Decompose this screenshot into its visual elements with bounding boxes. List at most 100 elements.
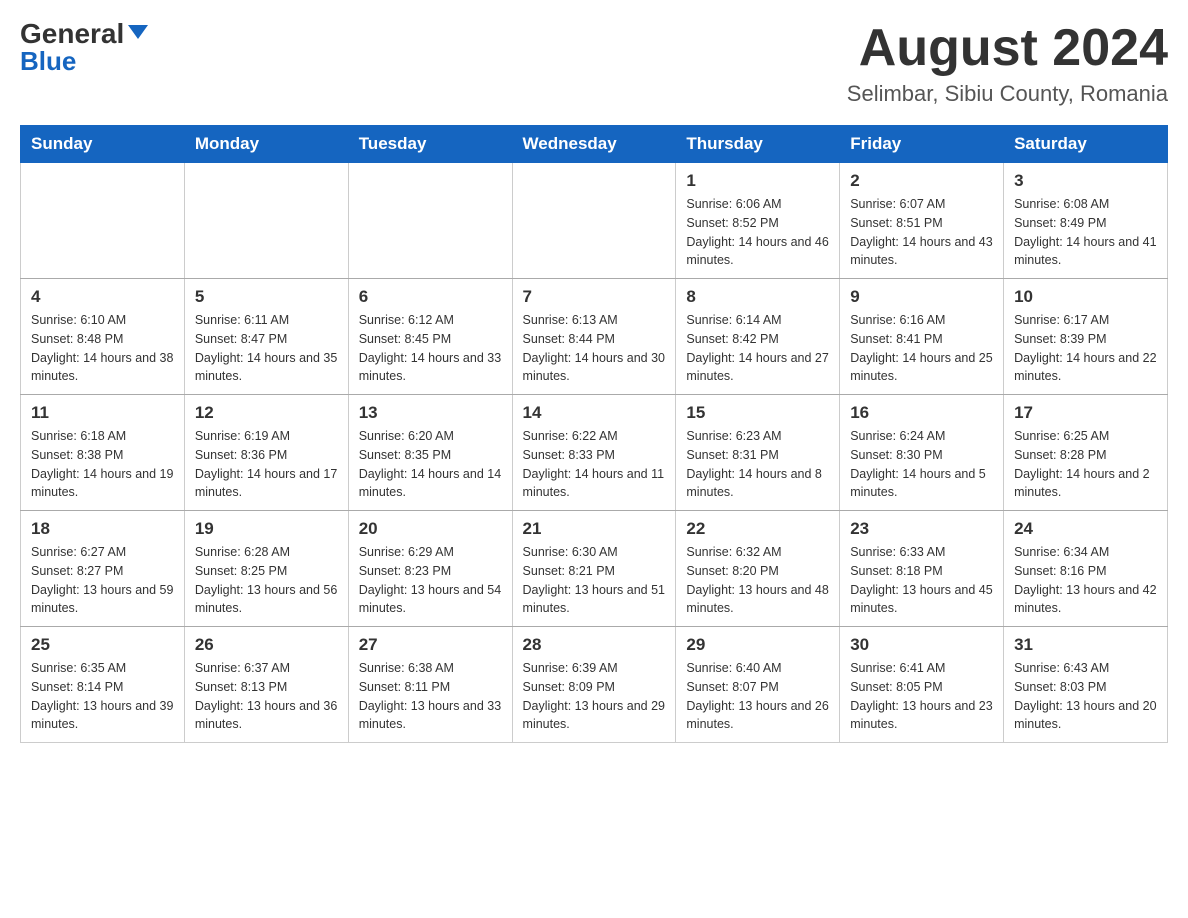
calendar-week-row: 25Sunrise: 6:35 AM Sunset: 8:14 PM Dayli… bbox=[21, 627, 1168, 743]
day-info: Sunrise: 6:07 AM Sunset: 8:51 PM Dayligh… bbox=[850, 195, 993, 270]
calendar-cell: 24 Sunrise: 6:34 AM Sunset: 8:16 PM Dayli… bbox=[1004, 511, 1168, 627]
calendar-cell: 22 Sunrise: 6:32 AM Sunset: 8:20 PM Dayli… bbox=[676, 511, 840, 627]
day-info: Sunrise: 6:27 AM Sunset: 8:27 PM Dayligh… bbox=[31, 543, 174, 618]
calendar-cell: 13 Sunrise: 6:20 AM Sunset: 8:35 PM Dayli… bbox=[348, 395, 512, 511]
col-sunday: Sunday bbox=[21, 126, 185, 163]
day-info: Sunrise: 6:06 AM Sunset: 8:52 PM Dayligh… bbox=[686, 195, 829, 270]
calendar-cell bbox=[512, 163, 676, 279]
calendar-cell: 12Sunrise: 6:19 AM Sunset: 8:36 PM Dayli… bbox=[184, 395, 348, 511]
title-area: August 2024 Selimbar, Sibiu County, Roma… bbox=[847, 20, 1168, 107]
day-number: 10 bbox=[1014, 287, 1157, 307]
calendar-cell: 16 Sunrise: 6:24 AM Sunset: 8:30 PM Dayli… bbox=[840, 395, 1004, 511]
calendar-cell: 23 Sunrise: 6:33 AM Sunset: 8:18 PM Dayli… bbox=[840, 511, 1004, 627]
day-info: Sunrise: 6:18 AM Sunset: 8:38 PM Dayligh… bbox=[31, 427, 174, 502]
day-number: 4 bbox=[31, 287, 174, 307]
calendar-cell: 6Sunrise: 6:12 AM Sunset: 8:45 PM Daylig… bbox=[348, 279, 512, 395]
day-number: 27 bbox=[359, 635, 502, 655]
calendar-body: 1 Sunrise: 6:06 AM Sunset: 8:52 PM Daylig… bbox=[21, 163, 1168, 743]
calendar-week-row: 18 Sunrise: 6:27 AM Sunset: 8:27 PM Dayli… bbox=[21, 511, 1168, 627]
day-info: Sunrise: 6:10 AM Sunset: 8:48 PM Dayligh… bbox=[31, 311, 174, 386]
day-info: Sunrise: 6:30 AM Sunset: 8:21 PM Dayligh… bbox=[523, 543, 666, 618]
day-number: 30 bbox=[850, 635, 993, 655]
day-number: 23 bbox=[850, 519, 993, 539]
day-number: 25 bbox=[31, 635, 174, 655]
day-info: Sunrise: 6:32 AM Sunset: 8:20 PM Dayligh… bbox=[686, 543, 829, 618]
day-info: Sunrise: 6:37 AM Sunset: 8:13 PM Dayligh… bbox=[195, 659, 338, 734]
calendar-cell: 2Sunrise: 6:07 AM Sunset: 8:51 PM Daylig… bbox=[840, 163, 1004, 279]
day-info: Sunrise: 6:17 AM Sunset: 8:39 PM Dayligh… bbox=[1014, 311, 1157, 386]
calendar-cell: 31 Sunrise: 6:43 AM Sunset: 8:03 PM Dayli… bbox=[1004, 627, 1168, 743]
day-number: 15 bbox=[686, 403, 829, 423]
day-info: Sunrise: 6:12 AM Sunset: 8:45 PM Dayligh… bbox=[359, 311, 502, 386]
day-info: Sunrise: 6:38 AM Sunset: 8:11 PM Dayligh… bbox=[359, 659, 502, 734]
calendar-cell: 4 Sunrise: 6:10 AM Sunset: 8:48 PM Daylig… bbox=[21, 279, 185, 395]
day-number: 20 bbox=[359, 519, 502, 539]
calendar-cell: 30 Sunrise: 6:41 AM Sunset: 8:05 PM Dayli… bbox=[840, 627, 1004, 743]
day-number: 24 bbox=[1014, 519, 1157, 539]
calendar-cell: 1 Sunrise: 6:06 AM Sunset: 8:52 PM Daylig… bbox=[676, 163, 840, 279]
day-number: 7 bbox=[523, 287, 666, 307]
calendar-cell: 5 Sunrise: 6:11 AM Sunset: 8:47 PM Daylig… bbox=[184, 279, 348, 395]
day-info: Sunrise: 6:28 AM Sunset: 8:25 PM Dayligh… bbox=[195, 543, 338, 618]
col-monday: Monday bbox=[184, 126, 348, 163]
day-number: 28 bbox=[523, 635, 666, 655]
day-info: Sunrise: 6:40 AM Sunset: 8:07 PM Dayligh… bbox=[686, 659, 829, 734]
day-info: Sunrise: 6:24 AM Sunset: 8:30 PM Dayligh… bbox=[850, 427, 993, 502]
col-tuesday: Tuesday bbox=[348, 126, 512, 163]
day-info: Sunrise: 6:11 AM Sunset: 8:47 PM Dayligh… bbox=[195, 311, 338, 386]
day-info: Sunrise: 6:43 AM Sunset: 8:03 PM Dayligh… bbox=[1014, 659, 1157, 734]
calendar-table: Sunday Monday Tuesday Wednesday Thursday… bbox=[20, 125, 1168, 743]
day-number: 5 bbox=[195, 287, 338, 307]
calendar-cell bbox=[21, 163, 185, 279]
col-wednesday: Wednesday bbox=[512, 126, 676, 163]
calendar-cell: 26 Sunrise: 6:37 AM Sunset: 8:13 PM Dayli… bbox=[184, 627, 348, 743]
day-number: 14 bbox=[523, 403, 666, 423]
day-info: Sunrise: 6:25 AM Sunset: 8:28 PM Dayligh… bbox=[1014, 427, 1157, 502]
day-number: 18 bbox=[31, 519, 174, 539]
header-row: Sunday Monday Tuesday Wednesday Thursday… bbox=[21, 126, 1168, 163]
calendar-cell: 9 Sunrise: 6:16 AM Sunset: 8:41 PM Daylig… bbox=[840, 279, 1004, 395]
calendar-cell: 18 Sunrise: 6:27 AM Sunset: 8:27 PM Dayli… bbox=[21, 511, 185, 627]
day-info: Sunrise: 6:39 AM Sunset: 8:09 PM Dayligh… bbox=[523, 659, 666, 734]
day-info: Sunrise: 6:22 AM Sunset: 8:33 PM Dayligh… bbox=[523, 427, 666, 502]
calendar-cell bbox=[348, 163, 512, 279]
day-number: 9 bbox=[850, 287, 993, 307]
calendar-cell: 17Sunrise: 6:25 AM Sunset: 8:28 PM Dayli… bbox=[1004, 395, 1168, 511]
calendar-cell: 19 Sunrise: 6:28 AM Sunset: 8:25 PM Dayli… bbox=[184, 511, 348, 627]
day-number: 16 bbox=[850, 403, 993, 423]
calendar-week-row: 1 Sunrise: 6:06 AM Sunset: 8:52 PM Daylig… bbox=[21, 163, 1168, 279]
day-info: Sunrise: 6:20 AM Sunset: 8:35 PM Dayligh… bbox=[359, 427, 502, 502]
logo-general: General bbox=[20, 20, 148, 48]
col-saturday: Saturday bbox=[1004, 126, 1168, 163]
day-number: 11 bbox=[31, 403, 174, 423]
day-number: 1 bbox=[686, 171, 829, 191]
day-number: 12 bbox=[195, 403, 338, 423]
day-number: 26 bbox=[195, 635, 338, 655]
calendar-cell: 27 Sunrise: 6:38 AM Sunset: 8:11 PM Dayli… bbox=[348, 627, 512, 743]
col-friday: Friday bbox=[840, 126, 1004, 163]
day-number: 29 bbox=[686, 635, 829, 655]
day-info: Sunrise: 6:08 AM Sunset: 8:49 PM Dayligh… bbox=[1014, 195, 1157, 270]
day-number: 13 bbox=[359, 403, 502, 423]
calendar-subtitle: Selimbar, Sibiu County, Romania bbox=[847, 81, 1168, 107]
calendar-cell: 29 Sunrise: 6:40 AM Sunset: 8:07 PM Dayli… bbox=[676, 627, 840, 743]
day-number: 31 bbox=[1014, 635, 1157, 655]
col-thursday: Thursday bbox=[676, 126, 840, 163]
calendar-cell: 8Sunrise: 6:14 AM Sunset: 8:42 PM Daylig… bbox=[676, 279, 840, 395]
day-info: Sunrise: 6:34 AM Sunset: 8:16 PM Dayligh… bbox=[1014, 543, 1157, 618]
day-info: Sunrise: 6:33 AM Sunset: 8:18 PM Dayligh… bbox=[850, 543, 993, 618]
calendar-week-row: 11 Sunrise: 6:18 AM Sunset: 8:38 PM Dayli… bbox=[21, 395, 1168, 511]
day-info: Sunrise: 6:14 AM Sunset: 8:42 PM Dayligh… bbox=[686, 311, 829, 386]
logo-triangle-icon bbox=[128, 25, 148, 39]
day-number: 19 bbox=[195, 519, 338, 539]
day-info: Sunrise: 6:41 AM Sunset: 8:05 PM Dayligh… bbox=[850, 659, 993, 734]
calendar-cell: 3 Sunrise: 6:08 AM Sunset: 8:49 PM Daylig… bbox=[1004, 163, 1168, 279]
day-info: Sunrise: 6:13 AM Sunset: 8:44 PM Dayligh… bbox=[523, 311, 666, 386]
logo: General Blue bbox=[20, 20, 148, 77]
day-info: Sunrise: 6:29 AM Sunset: 8:23 PM Dayligh… bbox=[359, 543, 502, 618]
day-number: 3 bbox=[1014, 171, 1157, 191]
page-header: General Blue August 2024 Selimbar, Sibiu… bbox=[20, 20, 1168, 107]
day-number: 22 bbox=[686, 519, 829, 539]
calendar-cell: 11 Sunrise: 6:18 AM Sunset: 8:38 PM Dayli… bbox=[21, 395, 185, 511]
day-info: Sunrise: 6:16 AM Sunset: 8:41 PM Dayligh… bbox=[850, 311, 993, 386]
